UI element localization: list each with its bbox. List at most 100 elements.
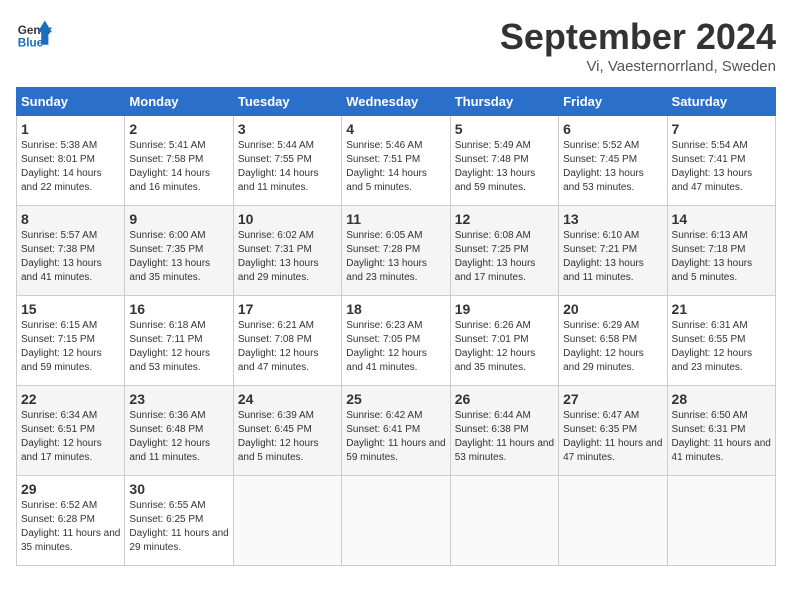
day-number: 10	[238, 211, 337, 227]
day-cell: 24 Sunrise: 6:39 AMSunset: 6:45 PMDayligh…	[233, 386, 341, 476]
day-cell: 30 Sunrise: 6:55 AMSunset: 6:25 PMDayligh…	[125, 476, 233, 566]
day-number: 2	[129, 121, 228, 137]
day-info: Sunrise: 5:54 AMSunset: 7:41 PMDaylight:…	[672, 139, 771, 195]
day-cell: 8 Sunrise: 5:57 AMSunset: 7:38 PMDaylight…	[17, 206, 125, 296]
day-number: 25	[346, 391, 445, 407]
day-info: Sunrise: 6:00 AMSunset: 7:35 PMDaylight:…	[129, 229, 228, 285]
week-row-3: 15 Sunrise: 6:15 AMSunset: 7:15 PMDayligh…	[17, 296, 776, 386]
logo: General Blue	[16, 16, 52, 52]
day-cell	[233, 476, 341, 566]
day-info: Sunrise: 6:10 AMSunset: 7:21 PMDaylight:…	[563, 229, 662, 285]
week-row-4: 22 Sunrise: 6:34 AMSunset: 6:51 PMDayligh…	[17, 386, 776, 476]
week-row-2: 8 Sunrise: 5:57 AMSunset: 7:38 PMDaylight…	[17, 206, 776, 296]
day-info: Sunrise: 6:26 AMSunset: 7:01 PMDaylight:…	[455, 319, 554, 375]
day-number: 8	[21, 211, 120, 227]
day-info: Sunrise: 6:52 AMSunset: 6:28 PMDaylight:…	[21, 499, 120, 555]
calendar-subtitle: Vi, Vaesternorrland, Sweden	[500, 58, 776, 75]
svg-text:Blue: Blue	[18, 37, 44, 50]
col-header-wednesday: Wednesday	[342, 88, 450, 116]
day-info: Sunrise: 6:44 AMSunset: 6:38 PMDaylight:…	[455, 409, 554, 465]
day-number: 20	[563, 301, 662, 317]
day-number: 27	[563, 391, 662, 407]
day-number: 21	[672, 301, 771, 317]
day-number: 24	[238, 391, 337, 407]
day-info: Sunrise: 6:13 AMSunset: 7:18 PMDaylight:…	[672, 229, 771, 285]
day-number: 18	[346, 301, 445, 317]
calendar-table: SundayMondayTuesdayWednesdayThursdayFrid…	[16, 87, 776, 566]
day-cell: 12 Sunrise: 6:08 AMSunset: 7:25 PMDayligh…	[450, 206, 558, 296]
col-header-monday: Monday	[125, 88, 233, 116]
day-number: 3	[238, 121, 337, 137]
day-number: 28	[672, 391, 771, 407]
day-cell: 16 Sunrise: 6:18 AMSunset: 7:11 PMDayligh…	[125, 296, 233, 386]
day-number: 7	[672, 121, 771, 137]
day-info: Sunrise: 6:31 AMSunset: 6:55 PMDaylight:…	[672, 319, 771, 375]
day-info: Sunrise: 5:38 AMSunset: 8:01 PMDaylight:…	[21, 139, 120, 195]
col-header-saturday: Saturday	[667, 88, 775, 116]
col-header-tuesday: Tuesday	[233, 88, 341, 116]
day-number: 26	[455, 391, 554, 407]
day-cell	[342, 476, 450, 566]
day-cell: 13 Sunrise: 6:10 AMSunset: 7:21 PMDayligh…	[559, 206, 667, 296]
day-number: 29	[21, 481, 120, 497]
day-info: Sunrise: 6:23 AMSunset: 7:05 PMDaylight:…	[346, 319, 445, 375]
day-number: 14	[672, 211, 771, 227]
col-header-sunday: Sunday	[17, 88, 125, 116]
day-info: Sunrise: 6:42 AMSunset: 6:41 PMDaylight:…	[346, 409, 445, 465]
title-block: September 2024 Vi, Vaesternorrland, Swed…	[500, 16, 776, 75]
day-info: Sunrise: 5:44 AMSunset: 7:55 PMDaylight:…	[238, 139, 337, 195]
day-cell: 6Sunrise: 5:52 AMSunset: 7:45 PMDaylight…	[559, 116, 667, 206]
day-cell: 10 Sunrise: 6:02 AMSunset: 7:31 PMDayligh…	[233, 206, 341, 296]
day-cell: 21 Sunrise: 6:31 AMSunset: 6:55 PMDayligh…	[667, 296, 775, 386]
day-number: 12	[455, 211, 554, 227]
day-info: Sunrise: 6:34 AMSunset: 6:51 PMDaylight:…	[21, 409, 120, 465]
day-info: Sunrise: 6:02 AMSunset: 7:31 PMDaylight:…	[238, 229, 337, 285]
day-info: Sunrise: 5:57 AMSunset: 7:38 PMDaylight:…	[21, 229, 120, 285]
day-info: Sunrise: 5:46 AMSunset: 7:51 PMDaylight:…	[346, 139, 445, 195]
day-info: Sunrise: 6:55 AMSunset: 6:25 PMDaylight:…	[129, 499, 228, 555]
page-header: General Blue September 2024 Vi, Vaestern…	[16, 16, 776, 75]
day-cell: 26 Sunrise: 6:44 AMSunset: 6:38 PMDayligh…	[450, 386, 558, 476]
day-cell	[667, 476, 775, 566]
day-number: 16	[129, 301, 228, 317]
day-cell	[450, 476, 558, 566]
day-cell: 4 Sunrise: 5:46 AMSunset: 7:51 PMDaylight…	[342, 116, 450, 206]
day-cell: 14 Sunrise: 6:13 AMSunset: 7:18 PMDayligh…	[667, 206, 775, 296]
day-cell: 2Sunrise: 5:41 AMSunset: 7:58 PMDaylight…	[125, 116, 233, 206]
day-info: Sunrise: 6:47 AMSunset: 6:35 PMDaylight:…	[563, 409, 662, 465]
day-number: 9	[129, 211, 228, 227]
day-number: 23	[129, 391, 228, 407]
day-info: Sunrise: 6:18 AMSunset: 7:11 PMDaylight:…	[129, 319, 228, 375]
day-number: 13	[563, 211, 662, 227]
day-info: Sunrise: 6:05 AMSunset: 7:28 PMDaylight:…	[346, 229, 445, 285]
day-cell	[559, 476, 667, 566]
calendar-header-row: SundayMondayTuesdayWednesdayThursdayFrid…	[17, 88, 776, 116]
day-number: 5	[455, 121, 554, 137]
day-cell: 1 Sunrise: 5:38 AMSunset: 8:01 PMDaylight…	[17, 116, 125, 206]
day-info: Sunrise: 5:49 AMSunset: 7:48 PMDaylight:…	[455, 139, 554, 195]
col-header-friday: Friday	[559, 88, 667, 116]
day-cell: 22 Sunrise: 6:34 AMSunset: 6:51 PMDayligh…	[17, 386, 125, 476]
logo-icon: General Blue	[16, 16, 52, 52]
day-cell: 9 Sunrise: 6:00 AMSunset: 7:35 PMDaylight…	[125, 206, 233, 296]
day-info: Sunrise: 6:36 AMSunset: 6:48 PMDaylight:…	[129, 409, 228, 465]
day-cell: 7 Sunrise: 5:54 AMSunset: 7:41 PMDaylight…	[667, 116, 775, 206]
day-number: 15	[21, 301, 120, 317]
day-cell: 5 Sunrise: 5:49 AMSunset: 7:48 PMDaylight…	[450, 116, 558, 206]
day-cell: 28Sunrise: 6:50 AMSunset: 6:31 PMDayligh…	[667, 386, 775, 476]
day-number: 30	[129, 481, 228, 497]
day-number: 4	[346, 121, 445, 137]
day-number: 22	[21, 391, 120, 407]
week-row-1: 1 Sunrise: 5:38 AMSunset: 8:01 PMDaylight…	[17, 116, 776, 206]
day-cell: 18 Sunrise: 6:23 AMSunset: 7:05 PMDayligh…	[342, 296, 450, 386]
day-info: Sunrise: 6:15 AMSunset: 7:15 PMDaylight:…	[21, 319, 120, 375]
day-number: 17	[238, 301, 337, 317]
day-info: Sunrise: 6:39 AMSunset: 6:45 PMDaylight:…	[238, 409, 337, 465]
day-info: Sunrise: 6:08 AMSunset: 7:25 PMDaylight:…	[455, 229, 554, 285]
day-cell: 15 Sunrise: 6:15 AMSunset: 7:15 PMDayligh…	[17, 296, 125, 386]
day-cell: 25 Sunrise: 6:42 AMSunset: 6:41 PMDayligh…	[342, 386, 450, 476]
col-header-thursday: Thursday	[450, 88, 558, 116]
day-number: 1	[21, 121, 120, 137]
calendar-title: September 2024	[500, 16, 776, 58]
day-cell: 11Sunrise: 6:05 AMSunset: 7:28 PMDayligh…	[342, 206, 450, 296]
